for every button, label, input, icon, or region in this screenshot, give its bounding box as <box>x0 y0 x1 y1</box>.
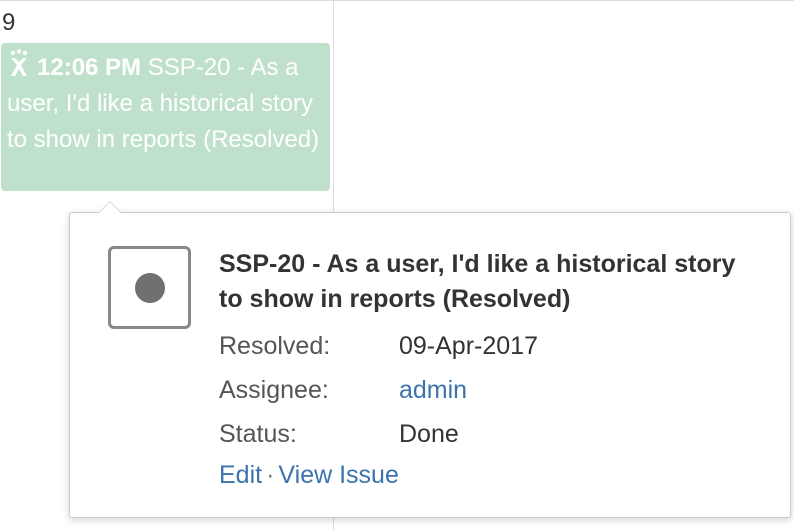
edit-link[interactable]: Edit <box>219 461 262 489</box>
assignee-label: Assignee: <box>219 376 329 404</box>
popup-actions: Edit · View Issue <box>219 460 399 490</box>
status-icon-box <box>108 246 191 329</box>
issue-popup: SSP-20 - As a user, I'd like a historica… <box>69 201 791 518</box>
status-label: Status: <box>219 420 297 448</box>
popup-title: SSP-20 - As a user, I'd like a historica… <box>219 250 736 313</box>
day-number: 9 <box>2 9 16 36</box>
view-issue-link[interactable]: View Issue <box>278 461 398 489</box>
action-separator: · <box>266 461 275 489</box>
calendar-event[interactable]: 12:06 PM SSP-20 - As a user, I'd like a … <box>1 43 330 191</box>
resolved-value: 09-Apr-2017 <box>399 332 538 360</box>
issue-type-icon <box>7 49 31 79</box>
resolved-label: Resolved: <box>219 332 331 360</box>
assignee-link[interactable]: admin <box>399 375 467 405</box>
status-dot-icon <box>135 273 165 303</box>
event-time: 12:06 PM <box>37 54 142 81</box>
status-value: Done <box>399 420 459 448</box>
popup-arrow <box>98 201 122 213</box>
